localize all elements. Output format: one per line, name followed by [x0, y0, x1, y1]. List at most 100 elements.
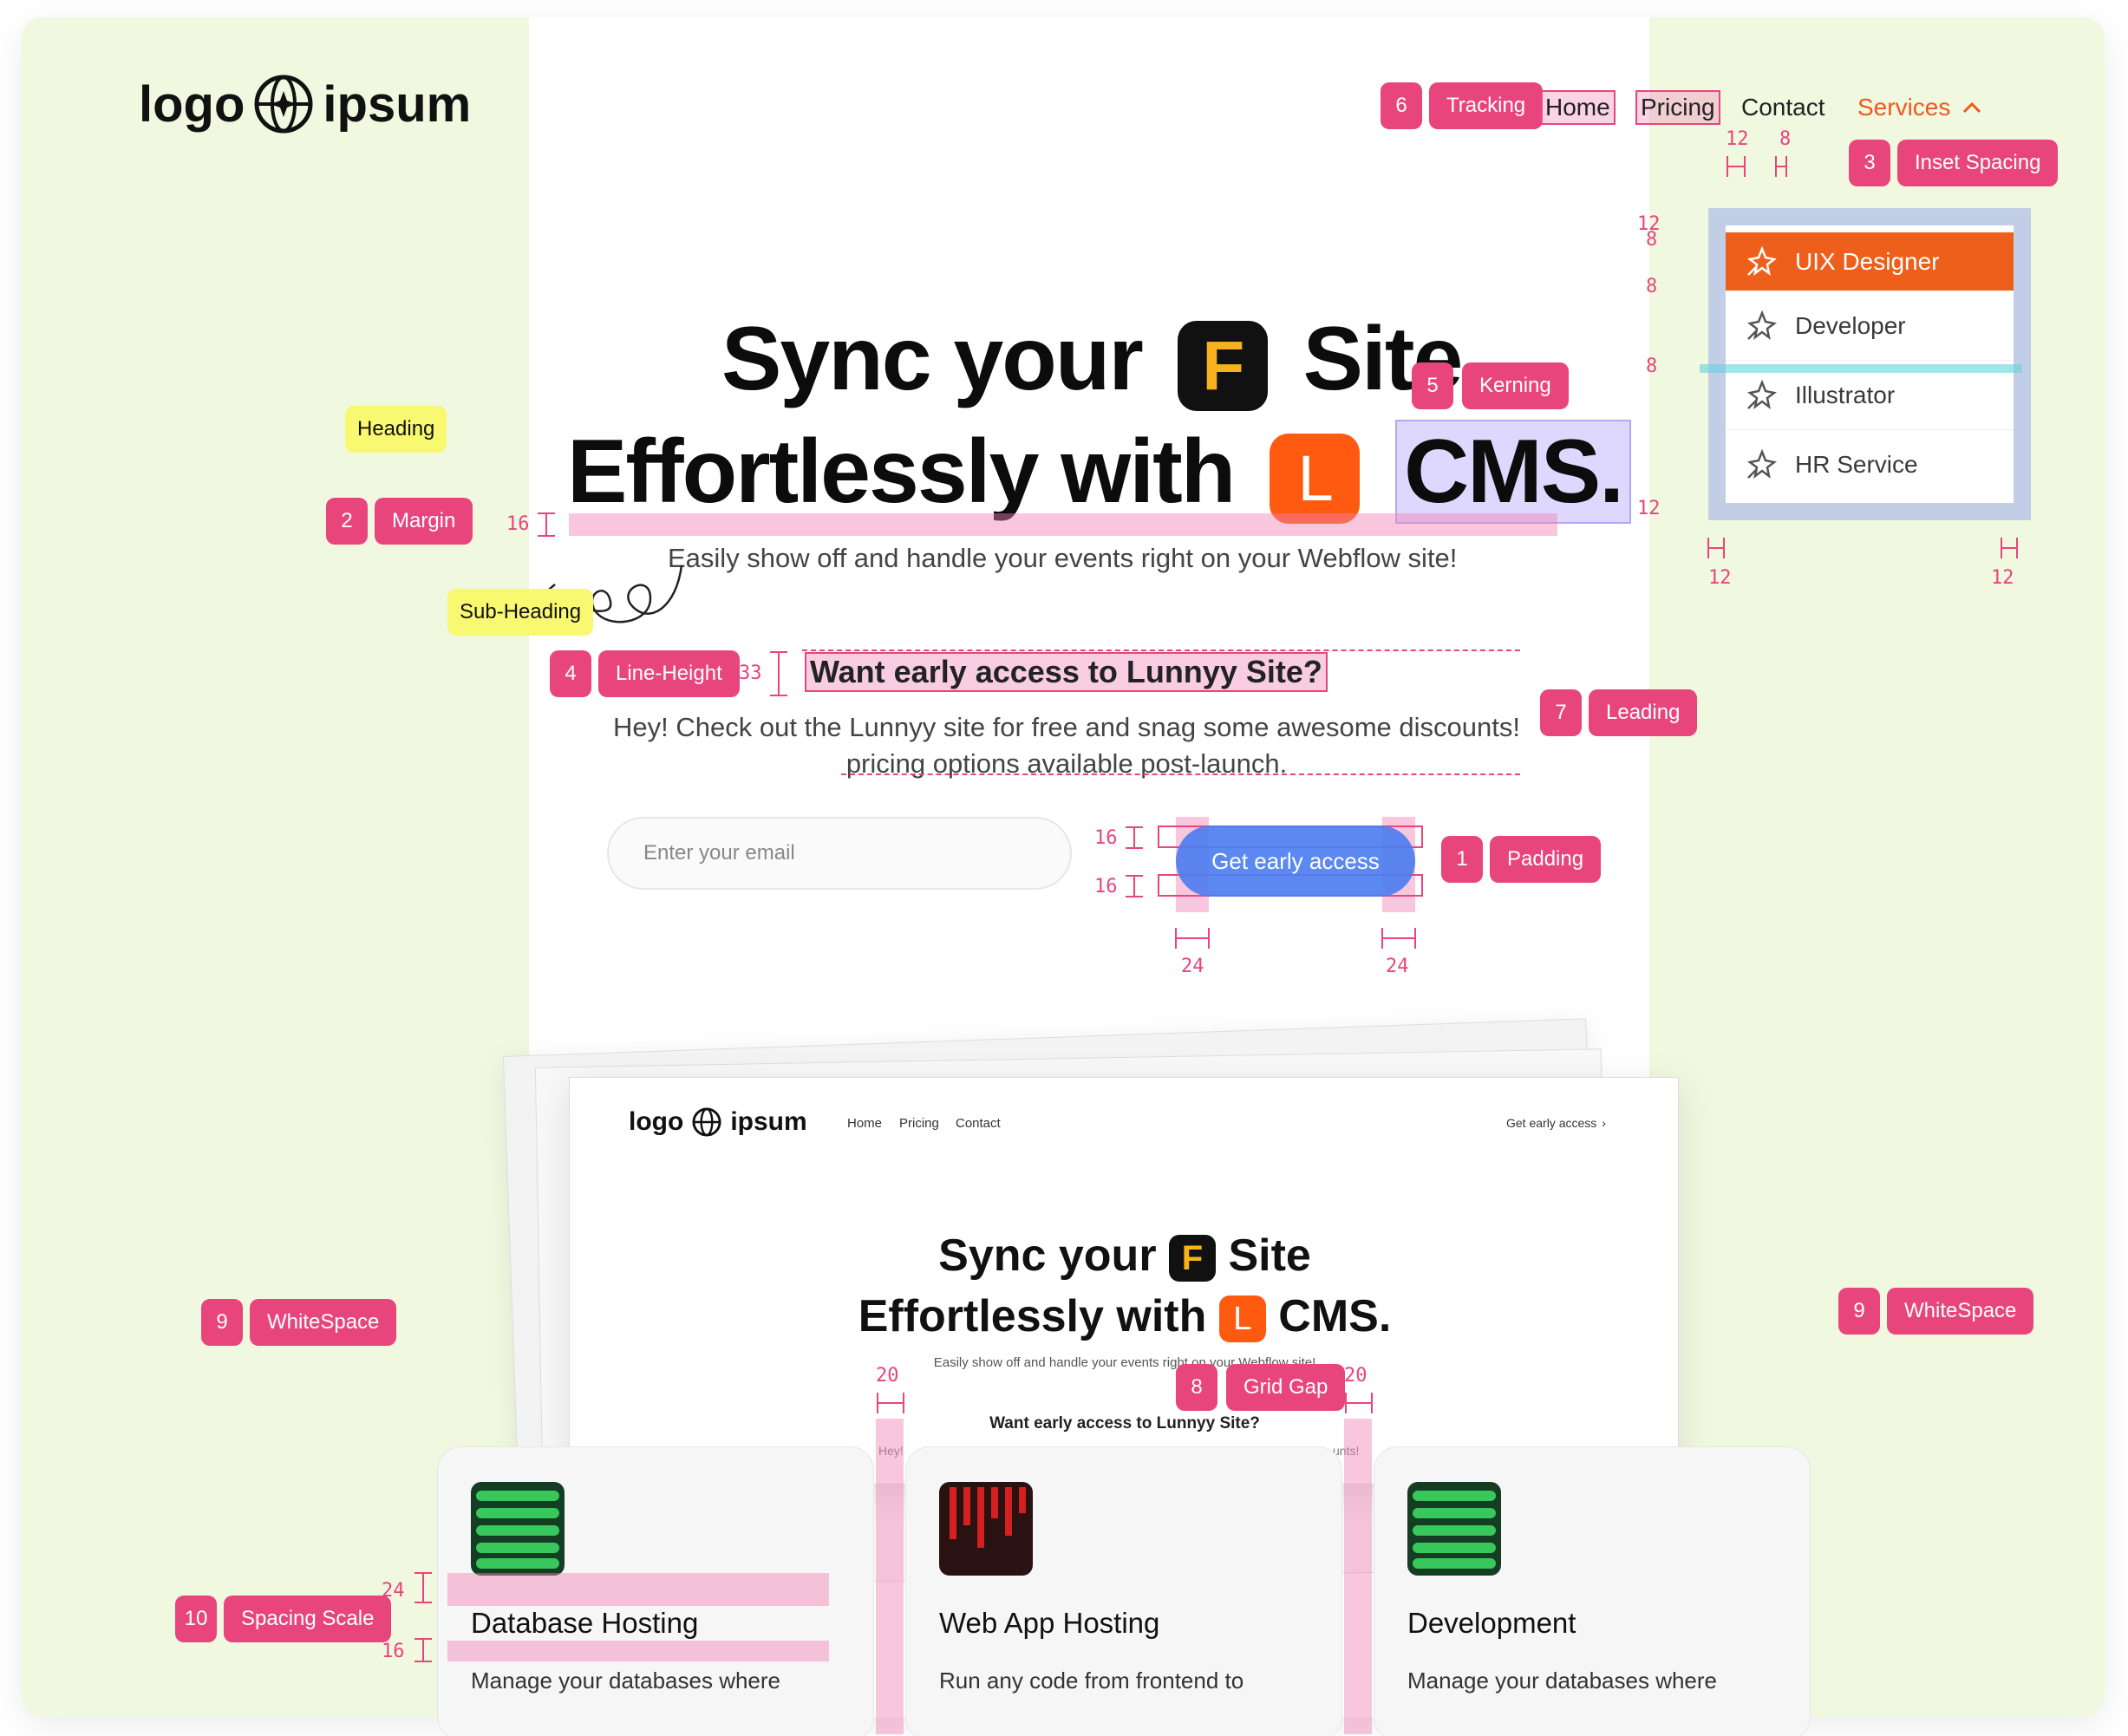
- access-body-line1: Hey! Check out the Lunnyy site for free …: [613, 712, 1520, 742]
- measure-20: 20: [876, 1365, 899, 1387]
- get-early-access-button[interactable]: Get early access: [1176, 826, 1415, 897]
- gridgap-measure-icon: [877, 1393, 904, 1413]
- hero-line2-text: Effortlessly with: [567, 421, 1236, 522]
- nav-services-label: Services: [1857, 94, 1951, 121]
- globe-icon: [254, 75, 313, 134]
- access-body: Hey! Check out the Lunnyy site for free …: [607, 709, 1526, 782]
- framer-icon: F: [1169, 1235, 1217, 1282]
- logo-text-left: logo: [139, 75, 245, 133]
- card-title: Development: [1407, 1607, 1576, 1639]
- access-title: Want early access to Lunnyy Site?: [805, 652, 1328, 692]
- measure-20: 20: [1344, 1365, 1368, 1387]
- logo[interactable]: logo ipsum: [139, 74, 471, 134]
- spacing-measure-icon: [415, 1572, 432, 1603]
- nav-contact[interactable]: Contact: [1741, 94, 1825, 121]
- preview-cta-label: Get early access: [1506, 1116, 1597, 1130]
- sparkle-icon: [1747, 245, 1777, 276]
- preview-heading-line2: Effortlessly with L CMS.: [570, 1286, 1678, 1347]
- margin-overlay: [569, 513, 1557, 536]
- dropdown-item-hr[interactable]: HR Service: [1726, 430, 2014, 499]
- tracking-badge-num: 6: [1381, 82, 1422, 129]
- preview-logo: logo ipsum: [629, 1107, 807, 1137]
- card-title: Database Hosting: [471, 1607, 699, 1639]
- spacing-badge: Spacing Scale: [224, 1596, 392, 1642]
- measure-16: 16: [382, 1641, 405, 1662]
- padding-width-measure-icon: [1175, 928, 1416, 949]
- padding-measure-icon: [1126, 826, 1143, 849]
- lunnyy-icon-letter: L: [1297, 442, 1334, 515]
- inset-badge-num: 3: [1849, 140, 1890, 186]
- nav-pricing[interactable]: Pricing: [1635, 90, 1720, 125]
- framer-icon-letter: F: [1202, 326, 1244, 404]
- card-text: Manage your databases where: [1407, 1667, 1718, 1694]
- preview-heading: Sync your F Site Effortlessly with L CMS…: [570, 1225, 1678, 1347]
- measure-8: 8: [1779, 128, 1792, 150]
- preview-subheading: Easily show off and handle your events r…: [933, 1355, 1316, 1370]
- measure-12: 12: [1708, 567, 1732, 589]
- inset-badge: Inset Spacing: [1897, 140, 2059, 186]
- dropdown-item-developer[interactable]: Developer: [1726, 291, 2014, 361]
- framer-icon: F: [1177, 320, 1268, 411]
- globe-icon: [692, 1107, 721, 1137]
- dropdown-item-label: Developer: [1795, 311, 1906, 339]
- whitespace-badge: WhiteSpace: [250, 1299, 397, 1346]
- leading-dashed-line: [802, 649, 1520, 651]
- spacing-badge-num: 10: [175, 1596, 217, 1642]
- card-text: Manage your databases where: [471, 1667, 781, 1694]
- spacing-measure-icon: [415, 1638, 432, 1662]
- margin-badge: Margin: [375, 498, 473, 545]
- leading-dashed-line: [841, 773, 1520, 775]
- lunnyy-icon: L: [1270, 433, 1361, 524]
- gridgap-badge: Grid Gap: [1226, 1364, 1346, 1411]
- padding-measure-icon: [1126, 875, 1143, 897]
- dropdown-item-uix[interactable]: UIX Designer: [1726, 232, 2014, 291]
- logo-text-right: ipsum: [323, 75, 472, 133]
- preview-line1-site: Site: [1228, 1230, 1311, 1281]
- website-preview: logo ipsum Home Pricing Contact Get earl…: [569, 1077, 1679, 1485]
- padding-badge: Padding: [1490, 836, 1602, 883]
- card-development[interactable]: Development Manage your databases where: [1374, 1446, 1811, 1736]
- preview-cta: Get early access ›: [1506, 1116, 1606, 1130]
- margin-measure-icon: [538, 512, 555, 537]
- measure-24: 24: [1181, 956, 1204, 977]
- sparkle-icon: [1747, 448, 1777, 479]
- tracking-badge: Tracking: [1429, 82, 1544, 129]
- email-field[interactable]: Enter your email: [607, 817, 1072, 890]
- gridgap-measure-icon: [1345, 1393, 1373, 1413]
- hero-subheading: Easily show off and handle your events r…: [668, 543, 1458, 573]
- lineheight-badge: Line-Height: [598, 650, 740, 697]
- kerning-badge: Kerning: [1462, 362, 1569, 409]
- card-web-app-hosting[interactable]: Web App Hosting Run any code from fronte…: [905, 1446, 1342, 1736]
- kerning-badge-num: 5: [1412, 362, 1453, 409]
- dropdown-gap-overlay: [1700, 364, 2022, 373]
- margin-badge-num: 2: [326, 498, 368, 545]
- spacing-overlay-top: [447, 1573, 829, 1606]
- gridgap-badge-num: 8: [1176, 1364, 1217, 1411]
- sparkle-icon: [1747, 310, 1777, 340]
- nav-home[interactable]: Home: [1540, 90, 1616, 125]
- access-body-line2: pricing options available post-launch.: [845, 748, 1288, 779]
- server-icon: [939, 1482, 1033, 1576]
- lunnyy-icon: L: [1218, 1295, 1266, 1343]
- preview-nav-contact: Contact: [956, 1116, 1001, 1131]
- leading-badge: Leading: [1589, 689, 1698, 736]
- measure-12: 12: [1991, 567, 2014, 589]
- heading-label: Heading: [345, 406, 447, 453]
- inset-measure-icon: [1727, 156, 1787, 177]
- dropdown-item-label: HR Service: [1795, 451, 1918, 478]
- chevron-up-icon: [1963, 101, 1981, 114]
- lineheight-measure-icon: [770, 651, 787, 696]
- whitespace-badge-num: 9: [201, 1299, 243, 1346]
- nav-services[interactable]: Services: [1857, 94, 1981, 121]
- measure-16: 16: [1094, 876, 1118, 897]
- card-title: Web App Hosting: [939, 1607, 1160, 1639]
- dropdown-item-label: UIX Designer: [1795, 247, 1940, 275]
- leading-badge-num: 7: [1540, 689, 1582, 736]
- hero-heading-line2: Effortlessly with L CMS.: [567, 420, 1632, 524]
- measure-12: 12: [1726, 128, 1749, 150]
- preview-access-title: Want early access to Lunnyy Site?: [989, 1414, 1260, 1433]
- measure-8: 8: [1646, 229, 1658, 251]
- hero-line1-text: Sync your: [721, 309, 1144, 409]
- preview-nav-pricing: Pricing: [899, 1116, 939, 1131]
- measure-16: 16: [506, 513, 530, 535]
